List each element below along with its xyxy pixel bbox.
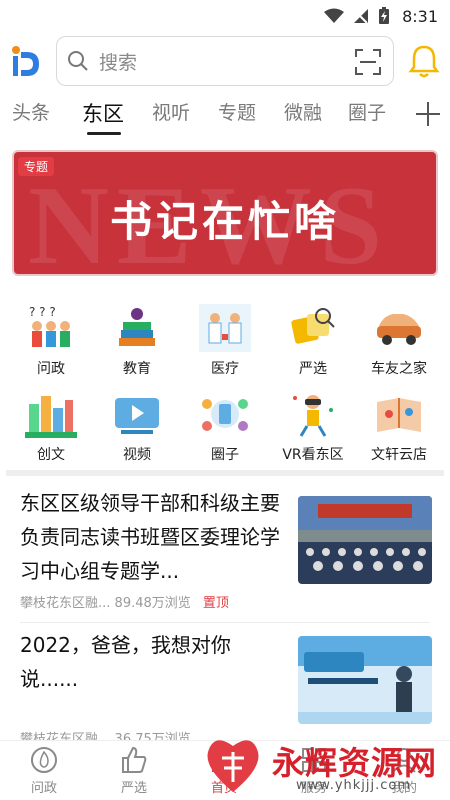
- banner-title: 书记在忙啥: [109, 197, 340, 246]
- channel-tabs: 头条 东区 视听 专题 微融 圈子: [0, 96, 450, 136]
- news-thumbnail: [298, 496, 432, 584]
- grid-item-medical[interactable]: 医疗: [180, 304, 270, 384]
- search-placeholder: 搜索: [99, 51, 138, 74]
- grid-item-circles[interactable]: 圈子: [180, 390, 270, 470]
- tab-headlines[interactable]: 头条: [12, 98, 50, 125]
- nav-label: 严选: [120, 781, 147, 796]
- news-title: 2022，爸爸，我想对你说......: [20, 633, 231, 691]
- tab-audiovisual[interactable]: 视听: [152, 98, 190, 125]
- grid-label: 文轩云店: [371, 447, 427, 463]
- watermark: 永辉资源网 www.yhkjjj.com: [200, 736, 450, 800]
- notification-bell-icon[interactable]: [408, 44, 440, 78]
- app-logo-icon: [10, 44, 42, 80]
- grid-label: 严选: [299, 361, 327, 377]
- grid-item-wenxuan-store[interactable]: 文轩云店: [354, 390, 444, 470]
- grid-item-vr[interactable]: VR看东区: [268, 390, 358, 470]
- nav-label: 问政: [30, 781, 57, 796]
- grid-item-car-club[interactable]: 车友之家: [354, 304, 444, 384]
- grid-label: 视频: [123, 447, 151, 463]
- open-book-icon: [373, 390, 425, 438]
- city-buildings-icon: [25, 390, 77, 438]
- active-tab-indicator: [87, 132, 121, 135]
- grid-label: 教育: [123, 361, 151, 377]
- status-bar: 8:31: [0, 0, 450, 32]
- nav-yanxuan[interactable]: 严选: [104, 745, 164, 796]
- doctors-icon: [199, 304, 251, 352]
- tab-weirong[interactable]: 微融: [284, 98, 322, 125]
- tab-circles[interactable]: 圈子: [348, 98, 386, 125]
- grid-item-yanxuan[interactable]: 严选: [268, 304, 358, 384]
- grid-label: 医疗: [211, 361, 239, 377]
- vr-headset-icon: [287, 390, 339, 438]
- grid-label: 圈子: [211, 447, 239, 463]
- grid-item-chuangwen[interactable]: 创文: [6, 390, 96, 470]
- status-time: 8:31: [402, 6, 438, 26]
- grid-item-wenzheng[interactable]: ? ? ? 问政: [6, 304, 96, 384]
- svg-text:? ? ?: ? ? ?: [29, 305, 56, 319]
- books-icon: [111, 304, 163, 352]
- tab-topics[interactable]: 专题: [218, 98, 256, 125]
- header: 搜索: [0, 36, 450, 86]
- topic-banner[interactable]: NEWS 专题 书记在忙啥: [12, 150, 438, 276]
- pinned-badge: 置顶: [202, 596, 229, 611]
- wifi-icon: [324, 8, 345, 24]
- no-signal-icon: [352, 8, 370, 24]
- scan-icon[interactable]: [355, 49, 381, 75]
- grid-label: 车友之家: [371, 361, 427, 377]
- watermark-url: www.yhkjjj.com: [296, 778, 412, 793]
- news-title: 东区区级领导干部和科级主要负责同志读书班暨区委理论学习中心组专题学...: [20, 491, 280, 583]
- shopping-icon: [287, 304, 339, 352]
- news-meta: 攀枝花东区融... 89.48万浏览 置顶: [20, 592, 229, 611]
- video-play-icon: [111, 390, 163, 438]
- search-icon: [67, 50, 89, 72]
- battery-charging-icon: [378, 7, 390, 25]
- flame-icon: [29, 745, 59, 775]
- add-channel-icon[interactable]: [414, 100, 442, 128]
- grid-label: 问政: [37, 361, 65, 377]
- news-source: 攀枝花东区融...: [20, 596, 111, 611]
- grid-item-education[interactable]: 教育: [92, 304, 182, 384]
- grid-item-video[interactable]: 视频: [92, 390, 182, 470]
- banner-tag: 专题: [18, 157, 55, 176]
- tab-dongqu[interactable]: 东区: [82, 98, 124, 128]
- watermark-logo-icon: [200, 736, 266, 800]
- nav-wenzheng[interactable]: 问政: [14, 745, 74, 796]
- news-views: 89.48万浏览: [114, 596, 191, 611]
- social-network-icon: [199, 390, 251, 438]
- news-thumbnail: [298, 636, 432, 724]
- search-input[interactable]: 搜索: [56, 36, 394, 86]
- car-icon: [373, 304, 425, 352]
- thumbs-up-icon: [119, 745, 149, 775]
- grid-label: VR看东区: [282, 447, 344, 463]
- people-questions-icon: ? ? ?: [25, 304, 77, 352]
- section-divider: [6, 470, 444, 476]
- news-separator: [20, 622, 430, 623]
- grid-label: 创文: [37, 447, 65, 463]
